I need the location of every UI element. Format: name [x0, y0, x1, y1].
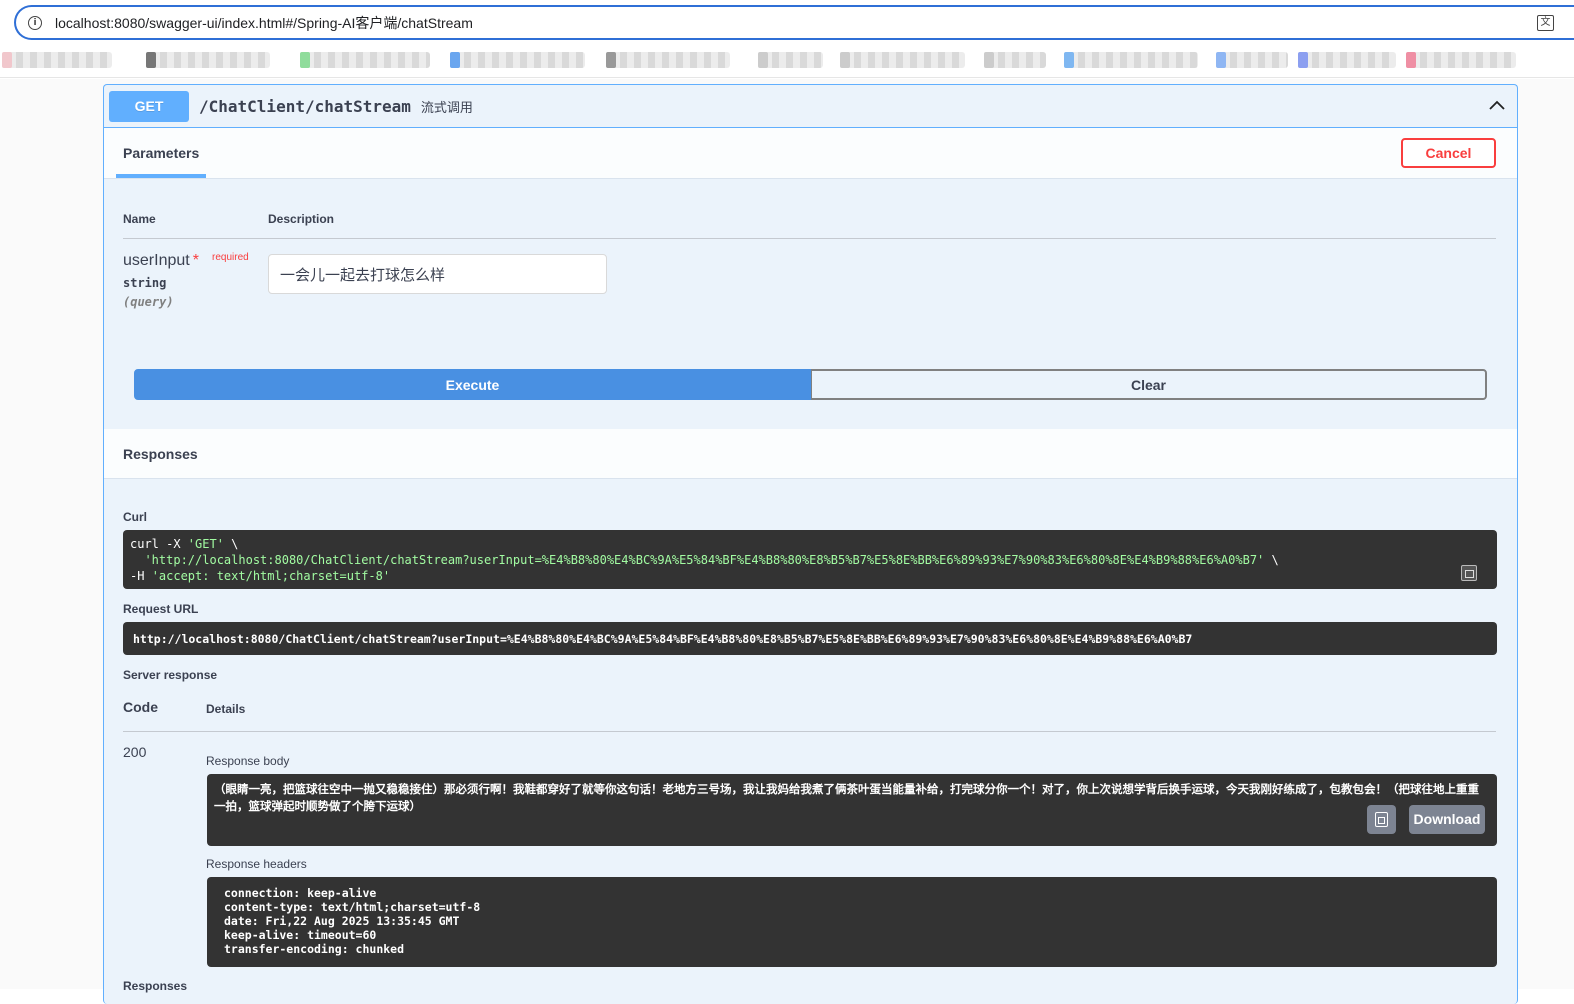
clear-button[interactable]: Clear — [811, 369, 1487, 400]
bookmark-item[interactable] — [146, 52, 270, 68]
execute-button[interactable]: Execute — [134, 369, 811, 400]
response-body-text: （眼睛一亮，把篮球往空中一抛又稳稳接住）那必须行啊！我鞋都穿好了就等你这句话！老… — [214, 782, 1479, 813]
address-bar[interactable]: i localhost:8080/swagger-ui/index.html#/… — [14, 5, 1574, 40]
bookmarks-bar — [0, 44, 1574, 78]
method-badge: GET — [109, 90, 189, 122]
header-divider — [123, 238, 1496, 239]
copy-icon — [1375, 812, 1388, 827]
operation-summary[interactable]: GET /ChatClient/chatStream 流式调用 — [104, 85, 1517, 128]
required-label: required — [212, 252, 249, 263]
copy-icon[interactable] — [1461, 565, 1477, 581]
request-url-block[interactable]: http://localhost:8080/ChatClient/chatStr… — [123, 622, 1497, 655]
bookmark-item[interactable] — [450, 52, 585, 68]
responses-title: Responses — [123, 446, 198, 462]
tab-parameters[interactable]: Parameters — [116, 128, 207, 178]
responses-label-cut: Responses — [123, 979, 188, 993]
bookmark-item[interactable] — [1298, 52, 1396, 68]
copy-body-button[interactable] — [1367, 805, 1396, 834]
bookmark-item[interactable] — [1406, 52, 1516, 68]
responses-section: Curl curl -X 'GET' \ 'http://localhost:8… — [104, 479, 1517, 999]
execute-wrapper: Execute Clear — [134, 369, 1487, 400]
response-headers-label: Response headers — [206, 857, 307, 871]
server-response-label: Server response — [123, 668, 218, 682]
chevron-up-icon[interactable] — [1489, 97, 1505, 113]
bookmark-item[interactable] — [300, 52, 430, 68]
curl-code-block[interactable]: curl -X 'GET' \ 'http://localhost:8080/C… — [123, 530, 1497, 589]
bookmark-item[interactable] — [1216, 52, 1288, 68]
user-input-field[interactable]: 一会儿一起去打球怎么样 — [268, 254, 607, 294]
bookmark-item[interactable] — [758, 52, 823, 68]
name-column-header: Name — [123, 212, 156, 226]
status-code: 200 — [123, 744, 147, 760]
code-column-header: Code — [123, 699, 158, 715]
site-info-icon[interactable]: i — [28, 15, 42, 30]
bookmark-item[interactable] — [606, 52, 730, 68]
responses-header: Responses — [104, 429, 1517, 479]
bookmark-item[interactable] — [2, 52, 112, 68]
translate-icon[interactable]: 文 — [1537, 15, 1554, 31]
cancel-button[interactable]: Cancel — [1401, 138, 1496, 168]
operation-description: 流式调用 — [420, 99, 473, 115]
response-body-block[interactable]: （眼睛一亮，把篮球往空中一抛又稳稳接住）那必须行啊！我鞋都穿好了就等你这句话！老… — [207, 774, 1497, 846]
curl-label: Curl — [123, 510, 147, 524]
required-star: * — [192, 252, 199, 269]
operation-block-get: GET /ChatClient/chatStream 流式调用 Paramete… — [103, 84, 1518, 1004]
parameter-type: string — [123, 276, 167, 290]
parameters-tab-header: Parameters Cancel — [104, 128, 1517, 179]
swagger-page: GET /ChatClient/chatStream 流式调用 Paramete… — [0, 79, 1574, 1004]
request-url-label: Request URL — [123, 602, 199, 616]
bookmark-item[interactable] — [1064, 52, 1198, 68]
server-response-divider — [123, 731, 1496, 732]
parameter-name: userInput * — [123, 252, 199, 269]
response-headers-block[interactable]: connection: keep-alive content-type: tex… — [207, 877, 1497, 967]
description-column-header: Description — [268, 212, 335, 226]
parameter-in: (query) — [123, 295, 174, 309]
download-button[interactable]: Download — [1409, 805, 1485, 834]
response-body-label: Response body — [206, 754, 290, 768]
parameters-section: Name Description userInput * required str… — [104, 179, 1517, 429]
bookmark-item[interactable] — [984, 52, 1046, 68]
details-column-header: Details — [206, 702, 246, 716]
url-text[interactable]: localhost:8080/swagger-ui/index.html#/Sp… — [55, 13, 473, 33]
operation-path: /ChatClient/chatStream — [199, 96, 411, 116]
bookmark-item[interactable] — [840, 52, 965, 68]
